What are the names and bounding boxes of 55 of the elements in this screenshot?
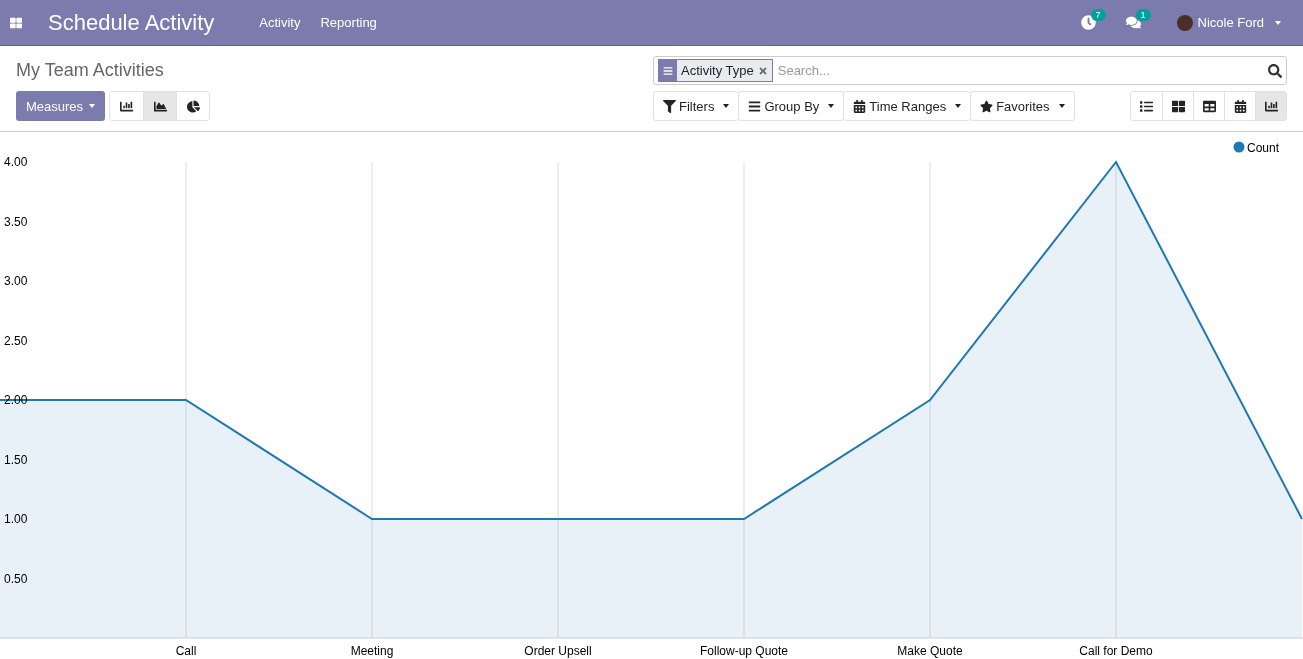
- x-axis-label: Call for Demo: [1079, 644, 1153, 658]
- y-axis-label: 3.50: [4, 214, 28, 229]
- kanban-view-icon: [1171, 99, 1185, 113]
- caret-icon: [828, 104, 835, 108]
- bar-chart-icon: [120, 99, 134, 113]
- user-menu[interactable]: Nicole Ford: [1170, 13, 1287, 32]
- caret-icon: [955, 104, 962, 108]
- line-chart-button[interactable]: [143, 92, 177, 120]
- page-title: My Team Activities: [16, 60, 165, 81]
- message-count-badge: 1: [1135, 9, 1151, 21]
- menu-link[interactable]: Reporting: [320, 15, 377, 30]
- x-axis-label: Follow-up Quote: [700, 644, 788, 658]
- line-chart-icon: [153, 99, 167, 113]
- x-axis-label: Call: [175, 644, 197, 658]
- search-icon[interactable]: [1268, 63, 1282, 78]
- caret-icon: [89, 104, 96, 108]
- pie-chart-button[interactable]: [176, 92, 210, 120]
- menu-link[interactable]: Activity: [259, 15, 301, 30]
- y-axis-label: 3.00: [4, 274, 28, 288]
- app-title: Schedule Activity: [48, 9, 215, 36]
- pie-chart-icon: [186, 99, 200, 113]
- caret-icon: [1058, 104, 1065, 108]
- measures-button[interactable]: Measures: [16, 91, 106, 121]
- x-axis-label: Meeting: [350, 644, 394, 658]
- y-axis-label: 2.50: [4, 333, 28, 348]
- avatar: [1176, 14, 1193, 31]
- search-option-button[interactable]: Group By: [738, 91, 845, 121]
- graph-view-icon: [1264, 99, 1278, 113]
- facet-label: Activity Type: [680, 63, 755, 78]
- x-axis-label: Order Upsell: [524, 644, 592, 658]
- messages-icon[interactable]: [1125, 15, 1141, 30]
- caret-icon: [1275, 20, 1281, 25]
- graph-view-button[interactable]: [1255, 92, 1286, 120]
- calendar-icon: [853, 99, 867, 113]
- apps-menu-icon[interactable]: [10, 16, 22, 29]
- calendar-view-icon: [1233, 99, 1247, 113]
- activity-count-badge: 7: [1090, 9, 1106, 21]
- y-axis-label: 1.00: [4, 512, 28, 526]
- y-axis-label: 4.00: [4, 155, 28, 169]
- search-option-button[interactable]: Favorites: [970, 91, 1075, 121]
- search-option-button[interactable]: Filters: [653, 91, 740, 121]
- x-axis-label: Make Quote: [897, 644, 963, 658]
- search-field[interactable]: Activity Type Search...: [653, 56, 1287, 85]
- list-view-icon: [1140, 99, 1153, 113]
- list-icon: [748, 99, 762, 113]
- filter-icon: [663, 99, 676, 113]
- list-icon: [659, 60, 677, 81]
- y-axis-label: 1.50: [4, 452, 28, 467]
- legend-label: Count: [1247, 140, 1280, 155]
- search-option-button[interactable]: Time Ranges: [843, 91, 972, 121]
- y-axis-label: 0.50: [4, 571, 28, 586]
- pivot-view-icon: [1202, 99, 1216, 113]
- star-icon: [980, 99, 994, 113]
- activity-clock-icon[interactable]: [1080, 15, 1096, 30]
- caret-icon: [723, 104, 730, 108]
